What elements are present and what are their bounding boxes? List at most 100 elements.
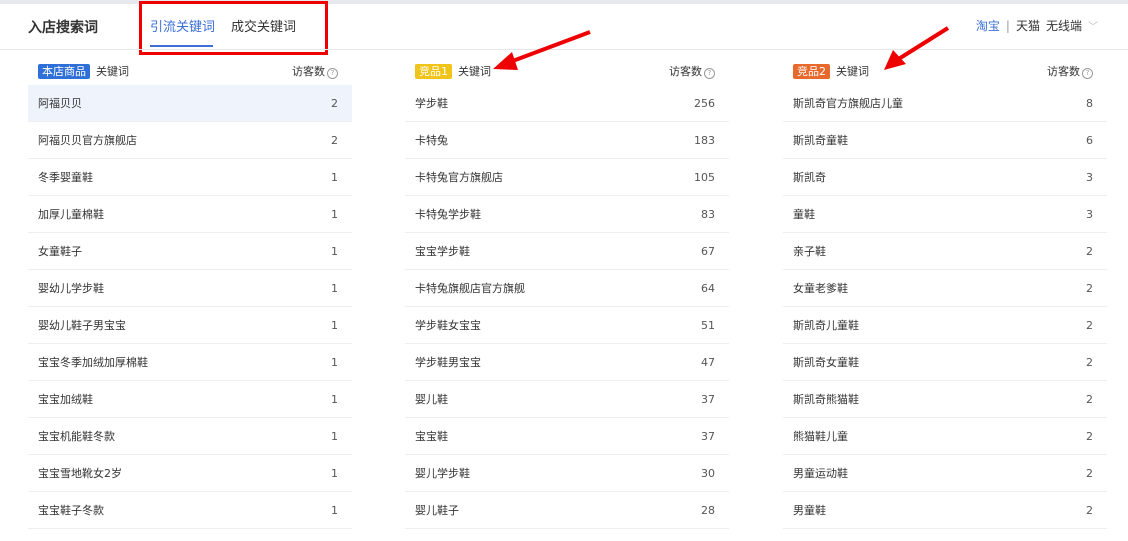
keyword: 婴幼儿学步鞋 (38, 282, 104, 295)
table-row[interactable]: 婴幼儿学步鞋 1 (28, 270, 352, 307)
table-row[interactable]: 斯凯奇童鞋 6 (783, 122, 1107, 159)
keyword: 宝宝雪地靴女2岁 (38, 467, 122, 480)
table-row[interactable]: 斯凯奇熊猫鞋 2 (783, 381, 1107, 418)
keyword: 卡特兔 (415, 134, 448, 147)
visitor-count: 51 (701, 318, 715, 332)
table-row[interactable]: 斯凯奇官方旗舰店儿童 8 (783, 85, 1107, 122)
keyword-label: 关键词 (458, 65, 491, 78)
visitor-count: 1 (331, 170, 338, 184)
table-row[interactable]: 女童老爹鞋 2 (783, 270, 1107, 307)
platform-switch: 淘宝 | 天猫 无线端 ﹀ (976, 17, 1098, 34)
table-row[interactable]: 宝宝加绒鞋 1 (28, 381, 352, 418)
keyword: 宝宝鞋 (415, 430, 448, 443)
visitor-count: 67 (701, 244, 715, 258)
keyword: 斯凯奇女童鞋 (793, 356, 859, 369)
table-row[interactable]: 斯凯奇女童鞋 2 (783, 344, 1107, 381)
keyword: 卡特兔旗舰店官方旗舰 (415, 282, 525, 295)
table-row[interactable]: 宝宝鞋 37 (405, 418, 729, 455)
keyword-label: 关键词 (836, 65, 869, 78)
keyword: 童鞋 (793, 208, 815, 221)
keyword: 加厚儿童棉鞋 (38, 208, 104, 221)
visitor-count: 1 (331, 466, 338, 480)
visitors-label: 访客数 (669, 65, 702, 78)
visitor-count: 2 (331, 96, 338, 110)
keyword: 斯凯奇 (793, 171, 826, 184)
table-row[interactable]: 男童鞋 2 (783, 492, 1107, 529)
table-row[interactable]: 斯凯奇儿童鞋 2 (783, 307, 1107, 344)
table-row[interactable]: 婴儿鞋子 28 (405, 492, 729, 529)
keyword: 卡特兔学步鞋 (415, 208, 481, 221)
table-row[interactable]: 卡特兔官方旗舰店 105 (405, 159, 729, 196)
table-row[interactable]: 卡特兔旗舰店官方旗舰 64 (405, 270, 729, 307)
keyword: 婴幼儿鞋子男宝宝 (38, 319, 126, 332)
highlight-box (139, 1, 328, 55)
table-row[interactable]: 学步鞋 256 (405, 85, 729, 122)
keyword: 阿福贝贝官方旗舰店 (38, 134, 137, 147)
visitors-label: 访客数 (1047, 65, 1080, 78)
table-row[interactable]: 女童鞋子 1 (28, 233, 352, 270)
keyword: 男童运动鞋 (793, 467, 848, 480)
chevron-down-icon[interactable]: ﹀ (1088, 18, 1098, 33)
keyword-column-1: 本店商品 关键词 访客数? 阿福贝贝 2 阿福贝贝官方旗舰店 2 冬季婴童鞋 1 加厚儿童棉鞋 1 女… (28, 57, 352, 529)
table-row[interactable]: 阿福贝贝官方旗舰店 2 (28, 122, 352, 159)
table-row[interactable]: 男童运动鞋 2 (783, 455, 1107, 492)
visitor-count: 2 (1086, 466, 1093, 480)
table-row[interactable]: 熊猫鞋儿童 2 (783, 418, 1107, 455)
keyword: 斯凯奇熊猫鞋 (793, 393, 859, 406)
page-title: 入店搜索词 (28, 20, 98, 36)
keyword: 宝宝学步鞋 (415, 245, 470, 258)
keyword: 学步鞋男宝宝 (415, 356, 481, 369)
help-icon[interactable]: ? (1082, 68, 1093, 79)
platform-tmall[interactable]: 天猫 (1016, 17, 1040, 34)
visitor-count: 3 (1086, 170, 1093, 184)
table-row[interactable]: 学步鞋男宝宝 47 (405, 344, 729, 381)
table-row[interactable]: 卡特兔学步鞋 83 (405, 196, 729, 233)
table-row[interactable]: 童鞋 3 (783, 196, 1107, 233)
visitor-count: 3 (1086, 207, 1093, 221)
table-row[interactable]: 婴儿学步鞋 30 (405, 455, 729, 492)
visitor-count: 47 (701, 355, 715, 369)
visitor-count: 1 (331, 281, 338, 295)
table-row[interactable]: 亲子鞋 2 (783, 233, 1107, 270)
visitor-count: 83 (701, 207, 715, 221)
column-header: 竞品1 关键词 访客数? (405, 57, 729, 85)
keyword: 冬季婴童鞋 (38, 171, 93, 184)
visitor-count: 28 (701, 503, 715, 517)
table-row[interactable]: 宝宝机能鞋冬款 1 (28, 418, 352, 455)
visitor-count: 1 (331, 392, 338, 406)
visitors-label: 访客数 (292, 65, 325, 78)
table-row[interactable]: 宝宝雪地靴女2岁 1 (28, 455, 352, 492)
keyword: 熊猫鞋儿童 (793, 430, 848, 443)
platform-taobao[interactable]: 淘宝 (976, 17, 1000, 34)
table-row[interactable]: 冬季婴童鞋 1 (28, 159, 352, 196)
table-row[interactable]: 学步鞋女宝宝 51 (405, 307, 729, 344)
table-row[interactable]: 卡特兔 183 (405, 122, 729, 159)
visitor-count: 1 (331, 244, 338, 258)
table-row[interactable]: 斯凯奇 3 (783, 159, 1107, 196)
table-row[interactable]: 宝宝冬季加绒加厚棉鞋 1 (28, 344, 352, 381)
visitor-count: 1 (331, 429, 338, 443)
help-icon[interactable]: ? (327, 68, 338, 79)
keyword: 宝宝鞋子冬款 (38, 504, 104, 517)
keyword: 婴儿鞋 (415, 393, 448, 406)
visitor-count: 2 (1086, 244, 1093, 258)
keyword-label: 关键词 (96, 65, 129, 78)
visitor-count: 8 (1086, 96, 1093, 110)
table-row[interactable]: 宝宝学步鞋 67 (405, 233, 729, 270)
table-row[interactable]: 阿福贝贝 2 (28, 85, 352, 122)
table-row[interactable]: 宝宝鞋子冬款 1 (28, 492, 352, 529)
column-header: 本店商品 关键词 访客数? (28, 57, 352, 85)
visitor-count: 1 (331, 207, 338, 221)
visitor-count: 256 (694, 96, 715, 110)
visitor-count: 2 (1086, 392, 1093, 406)
device-select[interactable]: 无线端 (1046, 17, 1082, 34)
table-row[interactable]: 婴幼儿鞋子男宝宝 1 (28, 307, 352, 344)
visitor-count: 105 (694, 170, 715, 184)
keyword: 婴儿学步鞋 (415, 467, 470, 480)
column-header: 竞品2 关键词 访客数? (783, 57, 1107, 85)
help-icon[interactable]: ? (704, 68, 715, 79)
table-row[interactable]: 婴儿鞋 37 (405, 381, 729, 418)
table-row[interactable]: 加厚儿童棉鞋 1 (28, 196, 352, 233)
visitor-count: 2 (1086, 355, 1093, 369)
visitor-count: 2 (1086, 429, 1093, 443)
